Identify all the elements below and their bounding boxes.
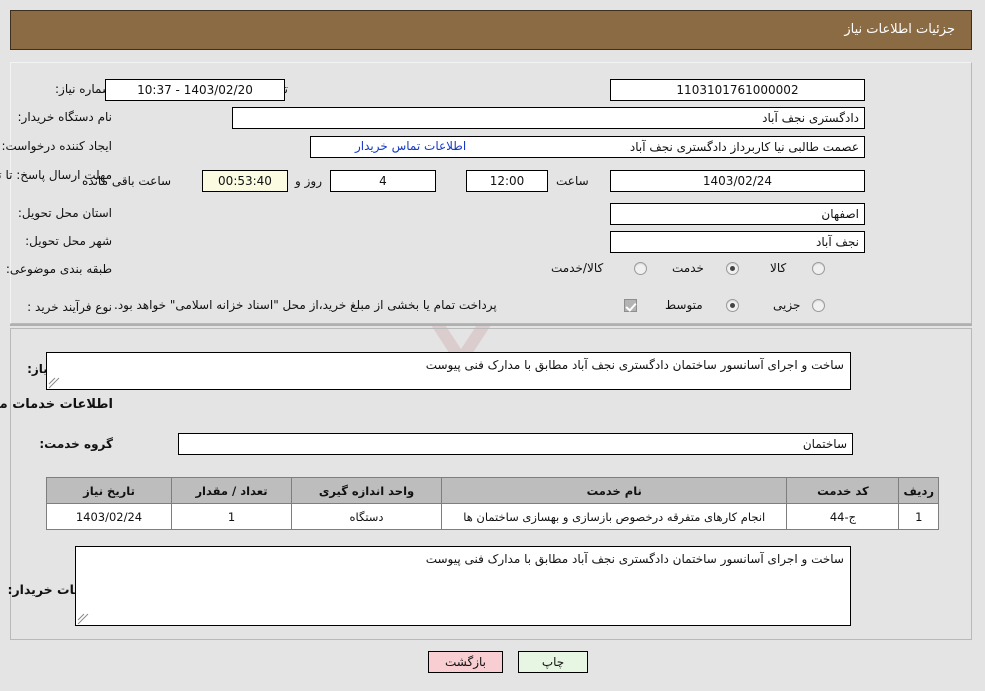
cell-unit: دستگاه <box>291 503 442 530</box>
col-quantity: تعداد / مقدار <box>171 477 292 504</box>
process-label: نوع فرآیند خرید : <box>27 300 112 314</box>
service-group-value: ساختمان <box>178 433 853 455</box>
category-label-khedmat: خدمت <box>672 261 704 275</box>
buyer-notes-textarea[interactable]: ساخت و اجرای آسانسور ساختمان دادگستری نج… <box>75 546 851 626</box>
category-radio-kala[interactable] <box>812 262 825 275</box>
process-label-jozei: جزیی <box>773 298 801 312</box>
remaining-time-label: ساعت باقی مانده <box>82 174 172 188</box>
process-radio-jozei[interactable] <box>812 299 825 312</box>
col-row-no: ردیف <box>898 477 939 504</box>
process-radio-motavaset[interactable] <box>726 299 739 312</box>
city-value: نجف آباد <box>610 231 865 253</box>
deadline-hour-label: ساعت <box>556 174 589 188</box>
category-label-kala-khedmat: کالا/خدمت <box>551 261 604 275</box>
table-header-row: ردیف کد خدمت نام خدمت واحد اندازه گیری ت… <box>46 477 939 504</box>
col-need-date: تاریخ نیاز <box>46 477 172 504</box>
cell-need-date: 1403/02/24 <box>46 503 172 530</box>
cell-service-code: ج-44 <box>786 503 900 530</box>
need-info-panel <box>10 62 972 324</box>
service-group-label: گروه خدمت: <box>39 437 113 451</box>
category-label-kala: کالا <box>770 261 787 275</box>
category-radio-khedmat[interactable] <box>726 262 739 275</box>
cell-quantity: 1 <box>171 503 292 530</box>
buyer-contact-link[interactable]: اطلاعات تماس خریدار <box>355 139 466 153</box>
table-row: 1 ج-44 انجام کارهای متفرقه درخصوص بازساز… <box>46 503 939 530</box>
treasury-bonds-checkbox[interactable] <box>624 299 637 312</box>
deadline-hour-value: 12:00 <box>466 170 548 192</box>
cell-row-no: 1 <box>898 503 939 530</box>
buyer-org-value: دادگستری نجف آباد <box>232 107 865 129</box>
announce-datetime-value: 1403/02/20 - 10:37 <box>105 79 285 101</box>
remaining-days-value: 4 <box>330 170 436 192</box>
need-number-label: شماره نیاز: <box>55 82 112 96</box>
page-root: AriaTender.net جزئیات اطلاعات نیاز شماره… <box>0 0 985 691</box>
process-label-motavaset: متوسط <box>665 298 703 312</box>
col-service-code: کد خدمت <box>786 477 900 504</box>
section-divider <box>10 324 972 326</box>
general-desc-textarea[interactable]: ساخت و اجرای آسانسور ساختمان دادگستری نج… <box>46 352 851 390</box>
remaining-time-value: 00:53:40 <box>202 170 288 192</box>
cell-service-name: انجام کارهای متفرقه درخصوص بازسازی و بهس… <box>440 503 788 530</box>
province-label: استان محل تحویل: <box>17 206 112 220</box>
city-label: شهر محل تحویل: <box>25 234 112 248</box>
back-button[interactable]: بازگشت <box>428 651 503 673</box>
category-radio-kala-khedmat[interactable] <box>634 262 647 275</box>
col-service-name: نام خدمت <box>440 477 788 504</box>
need-number-value: 1103101761000002 <box>610 79 865 101</box>
services-section-title: اطلاعات خدمات مورد نیاز <box>0 397 113 412</box>
treasury-bonds-label: پرداخت تمام یا بخشی از مبلغ خرید،از محل … <box>114 298 497 312</box>
col-unit: واحد اندازه گیری <box>291 477 442 504</box>
remaining-days-label: روز و <box>295 174 322 188</box>
category-label: طبقه بندی موضوعی: <box>5 262 112 276</box>
buyer-org-label: نام دستگاه خریدار: <box>17 110 113 124</box>
page-header: جزئیات اطلاعات نیاز <box>10 10 972 50</box>
deadline-date-value: 1403/02/24 <box>610 170 865 192</box>
services-table: ردیف کد خدمت نام خدمت واحد اندازه گیری ت… <box>46 477 939 530</box>
creator-label: ایجاد کننده درخواست: <box>1 139 112 153</box>
print-button[interactable]: چاپ <box>518 651 588 673</box>
page-title: جزئیات اطلاعات نیاز <box>844 22 955 37</box>
province-value: اصفهان <box>610 203 865 225</box>
